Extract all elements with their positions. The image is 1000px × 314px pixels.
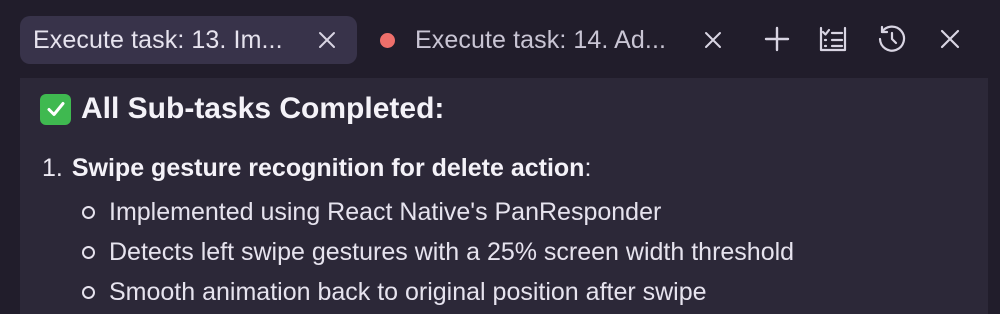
list-item-suffix: :	[584, 154, 592, 182]
sub-list-item: Implemented using React Native's PanResp…	[82, 198, 661, 227]
sub-list-text: Detects left swipe gestures with a 25% s…	[109, 238, 795, 266]
hollow-bullet-icon	[82, 206, 95, 219]
tab-execute-task-13[interactable]: Execute task: 13. Im...	[20, 16, 357, 64]
sub-list-text: Smooth animation back to original positi…	[109, 278, 707, 306]
history-icon[interactable]	[875, 22, 909, 56]
tab-bar: Execute task: 13. Im... Execute task: 14…	[0, 0, 1000, 78]
section-heading: All Sub-tasks Completed:	[40, 92, 444, 126]
sub-list-item: Smooth animation back to original positi…	[82, 278, 707, 307]
list-item-title: Swipe gesture recognition for delete act…	[71, 154, 585, 182]
sub-list-text: Implemented using React Native's PanResp…	[109, 198, 662, 226]
sub-list-item: Detects left swipe gestures with a 25% s…	[82, 238, 794, 267]
tab-execute-task-14[interactable]: Execute task: 14. Ad...	[366, 16, 736, 64]
plus-icon[interactable]	[760, 22, 794, 56]
list-item: 1. Swipe gesture recognition for delete a…	[42, 154, 591, 183]
chat-message-panel: All Sub-tasks Completed: 1. Swipe gesture…	[20, 78, 988, 314]
close-icon[interactable]	[933, 22, 967, 56]
tab-label: Execute task: 14. Ad...	[415, 25, 667, 54]
check-mark-icon	[40, 93, 71, 125]
heading-text: All Sub-tasks Completed:	[81, 92, 445, 125]
close-tab-icon[interactable]	[315, 28, 339, 52]
list-number: 1.	[42, 154, 63, 182]
tab-label: Execute task: 13. Im...	[33, 25, 283, 54]
task-list-icon[interactable]	[816, 22, 850, 56]
close-tab-icon[interactable]	[701, 28, 725, 52]
hollow-bullet-icon	[82, 286, 95, 299]
hollow-bullet-icon	[82, 246, 95, 259]
unsaved-dot-icon	[380, 32, 395, 48]
